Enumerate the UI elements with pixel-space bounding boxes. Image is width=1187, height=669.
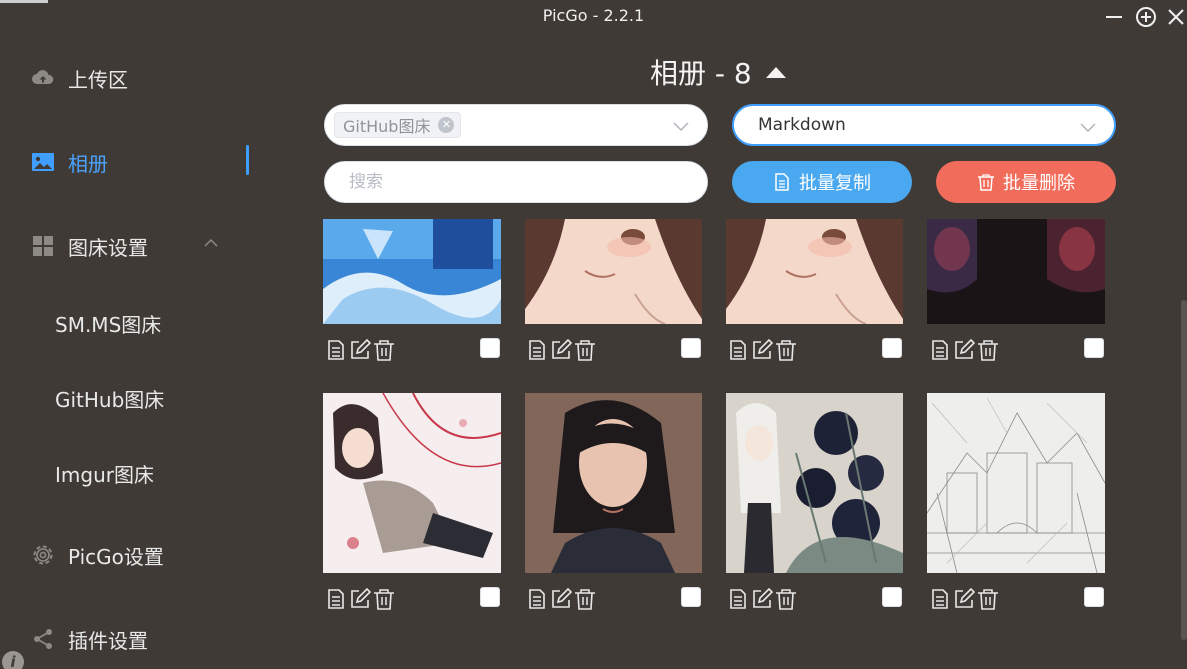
edit-icon[interactable] — [349, 339, 371, 361]
image-actions — [727, 337, 799, 363]
image-thumbnail[interactable] — [726, 393, 903, 573]
image-thumbnail[interactable] — [927, 219, 1105, 324]
image-thumbnail[interactable] — [726, 219, 903, 324]
edit-icon[interactable] — [550, 588, 572, 610]
document-icon — [773, 173, 791, 191]
image-thumbnail[interactable] — [525, 219, 702, 324]
copy-link-icon[interactable] — [325, 339, 347, 361]
collapse-arrow-icon[interactable] — [765, 66, 786, 78]
batch-copy-button[interactable]: 批量复制 — [732, 161, 912, 203]
copy-link-icon[interactable] — [727, 588, 749, 610]
filter-tag: GitHub图床 ✕ — [334, 112, 462, 138]
sidebar-item-image-hosting[interactable]: 图床设置 — [30, 228, 148, 264]
edit-icon[interactable] — [953, 588, 975, 610]
active-indicator — [246, 145, 249, 175]
image-actions — [929, 586, 1001, 612]
window-edge-mark — [0, 0, 48, 3]
sidebar-item-upload[interactable]: 上传区 — [30, 60, 128, 96]
select-checkbox[interactable] — [681, 338, 701, 358]
image-actions — [929, 337, 1001, 363]
trash-icon[interactable] — [775, 588, 797, 610]
maximize-icon[interactable] — [1134, 5, 1158, 29]
select-checkbox[interactable] — [1084, 587, 1104, 607]
trash-icon[interactable] — [977, 588, 999, 610]
image-actions — [526, 337, 598, 363]
image-actions — [325, 337, 397, 363]
sidebar-item-label: PicGo设置 — [68, 544, 164, 569]
copy-link-icon[interactable] — [325, 588, 347, 610]
copy-link-icon[interactable] — [929, 588, 951, 610]
close-icon[interactable] — [1164, 5, 1187, 29]
select-checkbox[interactable] — [480, 587, 500, 607]
select-checkbox[interactable] — [1084, 338, 1104, 358]
copy-link-icon[interactable] — [929, 339, 951, 361]
share-icon — [30, 626, 56, 652]
image-actions — [325, 586, 397, 612]
grid-icon — [30, 233, 56, 259]
sidebar-item-label: 插件设置 — [68, 628, 148, 653]
edit-icon[interactable] — [550, 339, 572, 361]
batch-copy-label: 批量复制 — [799, 173, 871, 194]
trash-icon[interactable] — [977, 339, 999, 361]
batch-delete-button[interactable]: 批量删除 — [936, 161, 1116, 203]
sidebar-subitem-github[interactable]: GitHub图床 — [55, 385, 164, 415]
image-actions — [727, 586, 799, 612]
select-checkbox[interactable] — [882, 587, 902, 607]
filter-tag-label: GitHub图床 — [343, 117, 431, 136]
edit-icon[interactable] — [349, 588, 371, 610]
page-title: 相册 - 8 — [650, 57, 752, 90]
copy-link-icon[interactable] — [526, 588, 548, 610]
trash-icon[interactable] — [574, 339, 596, 361]
image-actions — [526, 586, 598, 612]
sidebar-item-label: 图床设置 — [68, 235, 148, 260]
scrollbar[interactable] — [1181, 300, 1187, 640]
chevron-down-icon — [1080, 119, 1096, 135]
copy-link-icon[interactable] — [526, 339, 548, 361]
cloud-upload-icon — [30, 65, 56, 91]
sidebar: 上传区 相册 图床设置 SM.MS图床 GitHub图床 Imgur图床 Pic… — [0, 34, 280, 669]
edit-icon[interactable] — [751, 339, 773, 361]
sidebar-subitem-imgur[interactable]: Imgur图床 — [55, 460, 154, 490]
gallery-title: 相册 - 8 — [650, 52, 786, 92]
edit-icon[interactable] — [751, 588, 773, 610]
search-input[interactable] — [324, 161, 708, 203]
info-icon[interactable]: i — [2, 651, 24, 669]
title-bar: PicGo - 2.2.1 — [0, 0, 1187, 34]
sidebar-item-label: 上传区 — [68, 67, 128, 92]
copy-link-icon[interactable] — [727, 339, 749, 361]
tag-close-icon[interactable]: ✕ — [438, 117, 455, 133]
paste-format-select[interactable]: Markdown — [732, 104, 1116, 146]
sidebar-item-label: 相册 — [68, 151, 108, 176]
image-thumbnail[interactable] — [323, 219, 501, 324]
paste-format-value: Markdown — [758, 115, 846, 135]
trash-icon — [977, 173, 995, 191]
sidebar-subitem-smms[interactable]: SM.MS图床 — [55, 310, 161, 340]
sidebar-item-picgo-settings[interactable]: PicGo设置 — [30, 537, 164, 573]
trash-icon[interactable] — [574, 588, 596, 610]
image-icon — [30, 149, 56, 175]
trash-icon[interactable] — [373, 339, 395, 361]
image-host-filter-select[interactable]: GitHub图床 ✕ — [324, 104, 708, 146]
sidebar-item-gallery[interactable]: 相册 — [30, 144, 108, 180]
window-title: PicGo - 2.2.1 — [542, 6, 645, 25]
image-thumbnail[interactable] — [927, 393, 1105, 573]
batch-delete-label: 批量删除 — [1003, 173, 1075, 194]
select-checkbox[interactable] — [681, 587, 701, 607]
image-thumbnail[interactable] — [323, 393, 501, 573]
chevron-down-icon — [673, 118, 689, 134]
trash-icon[interactable] — [373, 588, 395, 610]
minimize-icon[interactable] — [1102, 5, 1126, 29]
trash-icon[interactable] — [775, 339, 797, 361]
chevron-up-icon[interactable] — [202, 234, 220, 252]
sidebar-item-plugins[interactable]: 插件设置 — [30, 621, 148, 657]
image-thumbnail[interactable] — [525, 393, 702, 573]
gear-icon — [30, 542, 56, 568]
select-checkbox[interactable] — [480, 338, 500, 358]
edit-icon[interactable] — [953, 339, 975, 361]
select-checkbox[interactable] — [882, 338, 902, 358]
